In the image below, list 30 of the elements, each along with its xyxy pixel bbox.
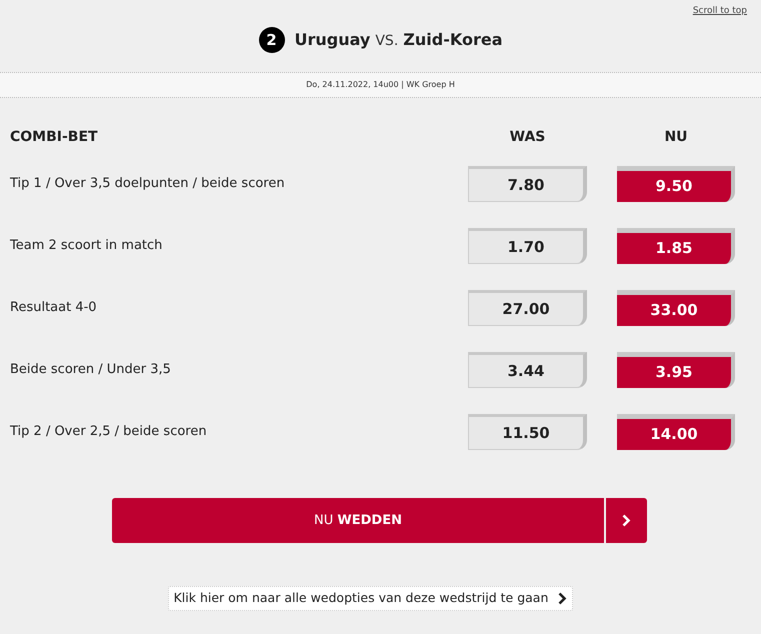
old-odds-box: 1.70 (468, 228, 587, 264)
old-odds-box: 11.50 (468, 414, 587, 450)
bet-now-button[interactable]: NU WEDDEN (112, 498, 604, 543)
all-bet-options-link[interactable]: Klik hier om naar alle wedopties van deze wedstrijd te gaan (168, 586, 574, 611)
arrow-button[interactable] (606, 498, 647, 543)
bet-description: Team 2 scoort in match (10, 237, 164, 256)
new-odds-button[interactable]: 14.00 (617, 414, 735, 450)
team-name: Uruguay (294, 29, 370, 51)
old-odds-box: 3.44 (468, 352, 587, 388)
old-odds-box: 7.80 (468, 166, 587, 202)
bet-description: Tip 2 / Over 2,5 / beide scoren (10, 423, 208, 442)
team-name: Zuid-Korea (403, 29, 502, 51)
column-header: COMBI-BET (10, 128, 99, 146)
bet-description: Resultaat 4-0 (10, 299, 98, 318)
match-info-bar: Do, 24.11.2022, 14u00 | WK Groep H (0, 72, 761, 98)
column-header: WAS (508, 128, 546, 146)
new-odds-button[interactable]: 9.50 (617, 166, 735, 202)
scroll-to-top-link[interactable]: Scroll to top (692, 5, 747, 18)
bet-description: Beide scoren / Under 3,5 (10, 361, 172, 380)
bet-description: Tip 1 / Over 3,5 doelpunten / beide scoren (10, 175, 286, 194)
column-header: NU (663, 128, 689, 146)
match-number-badge: 2 (258, 27, 284, 53)
new-odds-button[interactable]: 3.95 (617, 352, 735, 388)
link-text: Klik hier om naar alle wedopties van deze wedstrijd te gaan (174, 589, 548, 608)
chevron-right-icon (622, 514, 631, 527)
old-odds-box: 27.00 (468, 290, 587, 326)
new-odds-button[interactable]: 1.85 (617, 228, 735, 264)
versus-label: VS. (375, 32, 398, 51)
chevron-right-icon (558, 592, 568, 605)
new-odds-button[interactable]: 33.00 (617, 290, 735, 326)
